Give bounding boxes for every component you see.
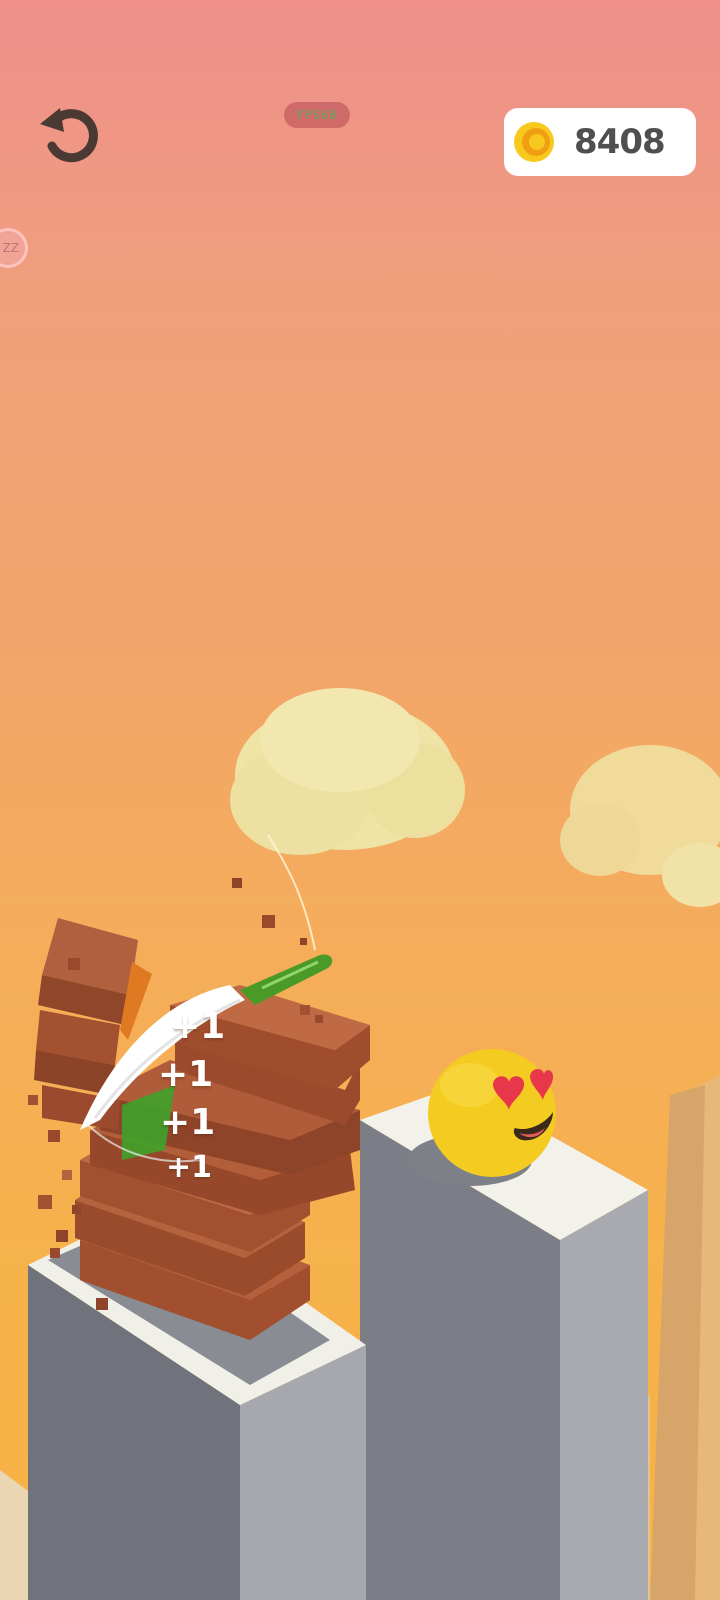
coin-count: 8408 bbox=[574, 122, 666, 162]
cloud-right bbox=[560, 745, 720, 907]
gold-coin-icon bbox=[514, 122, 554, 162]
score-popup: +1 bbox=[158, 1054, 214, 1095]
cloud-center bbox=[230, 688, 465, 855]
side-bubble-label: ZZ bbox=[2, 241, 19, 255]
restart-arrow-icon bbox=[40, 108, 98, 163]
score-popup: +1 bbox=[160, 1102, 216, 1143]
fps-counter: FPS60 bbox=[284, 102, 350, 128]
restart-button[interactable] bbox=[36, 100, 106, 166]
emoji-ball bbox=[428, 1049, 556, 1177]
coin-counter: 8408 bbox=[504, 108, 696, 176]
score-popup: +1 bbox=[170, 1006, 226, 1047]
score-popup: +1 bbox=[166, 1150, 213, 1185]
game-scene bbox=[0, 688, 720, 1600]
